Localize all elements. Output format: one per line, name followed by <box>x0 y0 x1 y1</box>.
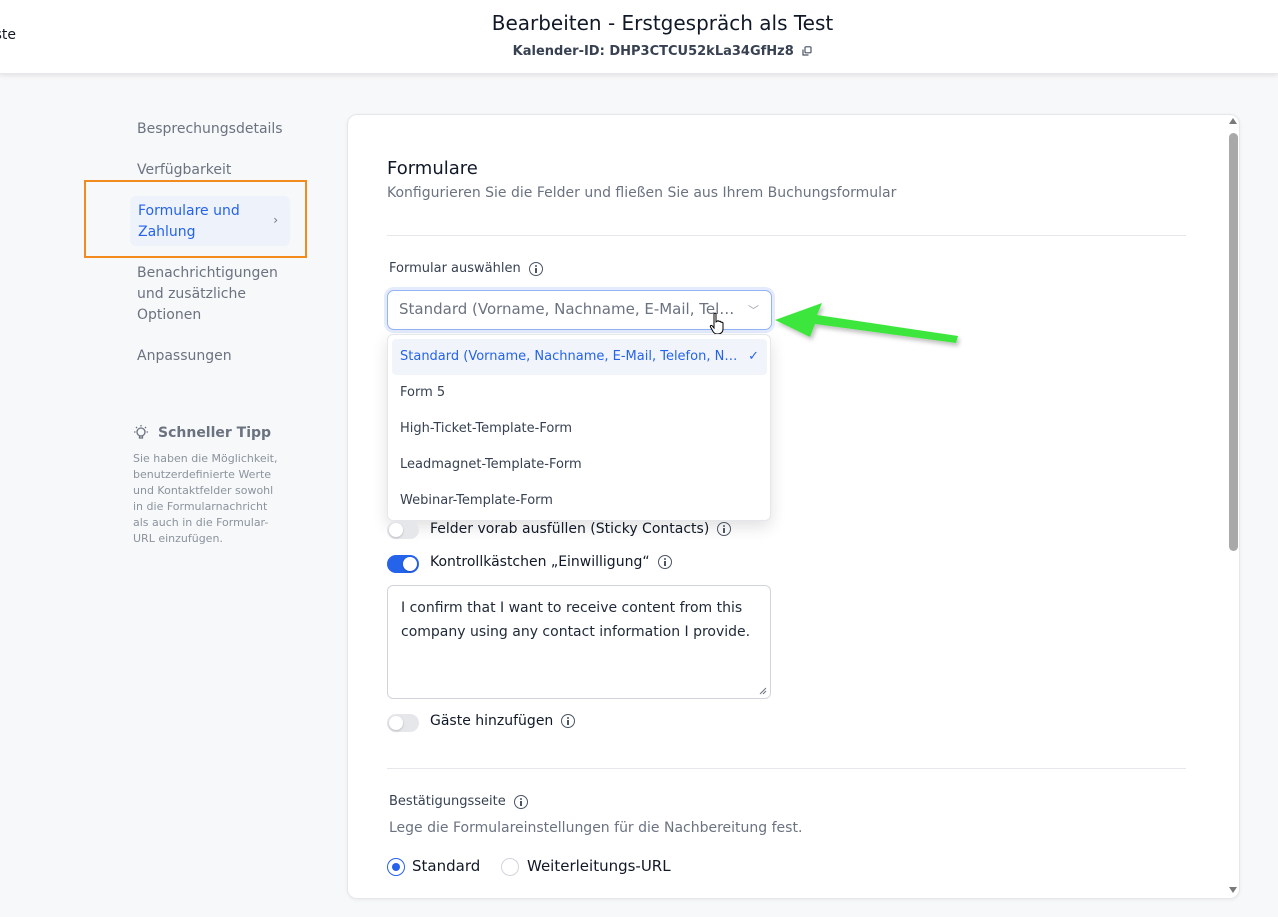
tip-line: als auch in die Formular- <box>133 516 269 529</box>
sidebar-item-label-line3: Optionen <box>137 307 202 323</box>
radio-redirect-url-label[interactable]: Weiterleitungs-URL <box>527 857 671 875</box>
sidebar-item-benachrichtigungen[interactable]: Benachrichtigungen und zusätzliche Optio… <box>137 263 278 326</box>
consent-checkbox-label: Kontrollkästchen „Einwilligung“ <box>430 554 672 570</box>
tip-line: in die Formularnachricht <box>133 500 268 513</box>
tip-title: Schneller Tipp <box>158 425 272 441</box>
check-icon: ✓ <box>748 349 759 364</box>
lightbulb-icon <box>134 425 148 439</box>
radio-redirect-url[interactable] <box>501 858 519 876</box>
scrollbar-thumb[interactable] <box>1229 133 1238 551</box>
info-icon[interactable] <box>717 522 732 536</box>
confirmation-page-label: Bestätigungsseite <box>389 794 528 809</box>
sticky-contacts-label: Felder vorab ausfüllen (Sticky Contacts) <box>430 521 732 537</box>
copy-icon[interactable] <box>802 46 812 56</box>
add-guests-label: Gäste hinzufügen <box>430 713 576 729</box>
top-header: ste Bearbeiten - Erstgespräch als Test K… <box>0 0 1278 74</box>
consent-checkbox-label-text: Kontrollkästchen „Einwilligung“ <box>430 554 650 570</box>
sidebar-item-label-line2: und zusätzliche <box>137 286 246 302</box>
divider <box>387 768 1186 769</box>
scroll-up-icon[interactable] <box>1229 118 1237 124</box>
info-icon[interactable] <box>657 555 672 569</box>
tip-line: URL einzufügen. <box>133 532 223 545</box>
tip-line: und Kontaktfelder sowohl <box>133 484 274 497</box>
select-form-label-text: Formular auswählen <box>389 261 521 276</box>
consent-text-textarea[interactable]: I confirm that I want to receive content… <box>387 585 771 699</box>
info-icon[interactable] <box>513 794 528 809</box>
dropdown-option[interactable]: High-Ticket-Template-Form <box>392 411 767 447</box>
radio-standard[interactable] <box>387 858 405 876</box>
confirmation-page-title: Bestätigungsseite <box>389 794 506 809</box>
radio-standard-label[interactable]: Standard <box>412 857 480 875</box>
select-form-label: Formular auswählen <box>389 261 543 276</box>
form-select-dropdown: Standard (Vorname, Nachname, E-Mail, Tel… <box>387 334 771 521</box>
dropdown-option-label: Webinar-Template-Form <box>400 493 553 508</box>
sidebar-item-label-line1: Benachrichtigungen <box>137 265 278 281</box>
tip-line: benutzerdefinierte Werte <box>133 468 272 481</box>
sidebar-item-verfuegbarkeit[interactable]: Verfügbarkeit <box>137 160 231 181</box>
dropdown-option[interactable]: Webinar-Template-Form <box>392 483 767 519</box>
info-icon[interactable] <box>528 261 543 276</box>
section-title: Formulare <box>387 158 478 179</box>
scroll-down-icon[interactable] <box>1229 887 1237 893</box>
tip-line: Sie haben die Möglichkeit, <box>133 452 278 465</box>
sidebar-item-besprechungsdetails[interactable]: Besprechungsdetails <box>137 119 283 140</box>
info-icon[interactable] <box>561 714 576 728</box>
form-select-value: Standard (Vorname, Nachname, E-Mail, Tel… <box>399 300 741 318</box>
sticky-contacts-label-text: Felder vorab ausfüllen (Sticky Contacts) <box>430 521 710 537</box>
tip-heading: Schneller Tipp <box>132 424 271 442</box>
add-guests-label-text: Gäste hinzufügen <box>430 713 554 729</box>
section-description: Konfigurieren Sie die Felder und fließen… <box>387 185 897 201</box>
dropdown-option[interactable]: Leadmagnet-Template-Form <box>392 447 767 483</box>
dropdown-option[interactable]: Standard (Vorname, Nachname, E-Mail, Tel… <box>392 339 767 375</box>
dropdown-option-label: Leadmagnet-Template-Form <box>400 457 582 472</box>
resize-handle-icon[interactable] <box>759 687 767 695</box>
add-guests-toggle[interactable] <box>387 714 419 732</box>
page-title: Bearbeiten - Erstgespräch als Test <box>491 11 834 35</box>
chevron-down-icon: ﹀ <box>748 304 759 317</box>
sidebar-item-anpassungen[interactable]: Anpassungen <box>137 346 232 367</box>
green-arrow-annotation <box>775 303 958 343</box>
highlight-annotation-box <box>84 180 307 258</box>
calendar-id-text: Kalender-ID: DHP3CTCU52kLa34GfHz8 <box>512 44 794 59</box>
consent-text-value: I confirm that I want to receive content… <box>401 600 751 640</box>
dropdown-option-label: Standard (Vorname, Nachname, E-Mail, Tel… <box>400 349 741 364</box>
sticky-contacts-toggle[interactable] <box>387 521 419 539</box>
dropdown-option-label: High-Ticket-Template-Form <box>400 421 573 436</box>
confirmation-page-description: Lege die Formulareinstellungen für die N… <box>389 820 803 836</box>
tip-text: Sie haben die Möglichkeit, benutzerdefin… <box>133 451 293 547</box>
calendar-id: Kalender-ID: DHP3CTCU52kLa34GfHz8 <box>0 44 1278 59</box>
consent-checkbox-toggle[interactable] <box>387 555 419 573</box>
dropdown-option-label: Form 5 <box>400 385 446 400</box>
hand-cursor-icon <box>709 312 724 335</box>
divider <box>387 235 1186 236</box>
dropdown-option[interactable]: Form 5 <box>392 375 767 411</box>
